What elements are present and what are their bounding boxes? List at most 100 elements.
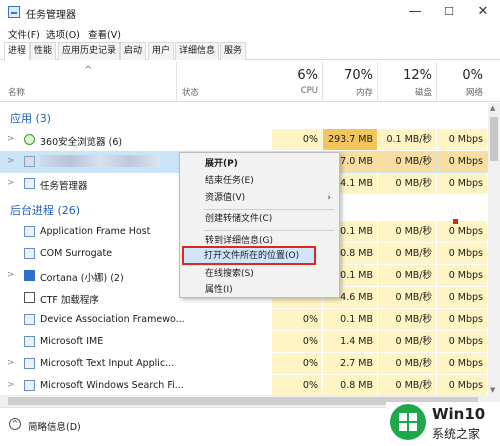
menu-item-resource-values[interactable]: 资源值(V) › bbox=[180, 190, 339, 206]
browser-icon bbox=[24, 134, 35, 145]
tab-processes[interactable]: 进程 bbox=[4, 42, 31, 61]
blurred-process-name bbox=[40, 155, 160, 167]
menu-separator bbox=[204, 209, 334, 210]
disk-cell: 0 MB/秒 bbox=[378, 309, 436, 330]
process-icon bbox=[24, 336, 35, 347]
disk-cell: 0 MB/秒 bbox=[378, 353, 436, 374]
column-header: ^ 名称 状态 6% CPU 70% 内存 12% 磁盘 0% 网络 bbox=[0, 60, 500, 102]
memory-cell: 0.1 MB bbox=[323, 309, 377, 330]
menu-item-open-location[interactable]: 打开文件所在的位置(O) bbox=[204, 248, 299, 264]
app-icon bbox=[24, 156, 35, 167]
memory-cell: 2.7 MB bbox=[323, 353, 377, 374]
network-percent: 0% bbox=[462, 68, 483, 83]
memory-cell: 1.4 MB bbox=[323, 331, 377, 352]
expand-chevron-icon[interactable]: > bbox=[7, 156, 15, 166]
network-cell: 0 Mbps bbox=[437, 287, 487, 308]
collapse-up-icon[interactable]: ^ bbox=[9, 418, 21, 430]
scroll-down-icon[interactable]: ▼ bbox=[490, 386, 495, 394]
vertical-scrollbar[interactable]: ▲ ▼ bbox=[488, 103, 500, 395]
process-icon bbox=[24, 358, 35, 369]
table-row[interactable]: > 360安全浏览器 (6) 0% 293.7 MB 0.1 MB/秒 0 Mb… bbox=[0, 129, 488, 151]
network-cell: 0 Mbps bbox=[437, 243, 487, 264]
cpu-cell: 0% bbox=[272, 375, 322, 395]
cpu-cell: 0% bbox=[272, 331, 322, 352]
disk-cell: 0 MB/秒 bbox=[378, 375, 436, 395]
column-divider bbox=[377, 62, 378, 102]
disk-cell: 0 MB/秒 bbox=[378, 331, 436, 352]
disk-cell: 0 MB/秒 bbox=[378, 173, 436, 194]
column-network[interactable]: 网络 bbox=[437, 86, 483, 98]
disk-percent: 12% bbox=[403, 68, 432, 83]
process-icon bbox=[24, 248, 35, 259]
disk-cell: 0 MB/秒 bbox=[378, 265, 436, 286]
menu-options[interactable]: 选项(O) bbox=[46, 27, 80, 41]
tab-services[interactable]: 服务 bbox=[220, 42, 247, 60]
submenu-arrow-icon: › bbox=[327, 193, 331, 203]
expand-chevron-icon[interactable]: > bbox=[7, 358, 15, 368]
tab-startup[interactable]: 启动 bbox=[120, 42, 147, 60]
column-memory[interactable]: 内存 bbox=[323, 86, 373, 98]
expand-chevron-icon[interactable]: > bbox=[7, 178, 15, 188]
expand-chevron-icon[interactable]: > bbox=[7, 270, 15, 280]
tab-performance[interactable]: 性能 bbox=[30, 42, 57, 60]
column-status[interactable]: 状态 bbox=[182, 86, 199, 98]
task-manager-icon bbox=[24, 178, 35, 189]
task-manager-icon bbox=[8, 6, 20, 18]
memory-cell: 293.7 MB bbox=[323, 129, 377, 150]
tab-app-history[interactable]: 应用历史记录 bbox=[58, 42, 121, 60]
table-row[interactable]: > Microsoft Windows Search Fi... 0% 0.8 … bbox=[0, 375, 488, 395]
cpu-percent: 6% bbox=[297, 68, 318, 83]
menu-bar: 文件(F) 选项(O) 查看(V) bbox=[0, 24, 500, 42]
expand-chevron-icon[interactable]: > bbox=[7, 134, 15, 144]
disk-cell: 0 MB/秒 bbox=[378, 151, 436, 172]
process-icon bbox=[24, 380, 35, 391]
watermark-title: Win10 bbox=[432, 405, 486, 423]
menu-separator bbox=[204, 230, 334, 231]
menu-item-search-online[interactable]: 在线搜索(S) bbox=[180, 266, 339, 282]
context-menu: 展开(P) 结束任务(E) 资源值(V) › 创建转储文件(C) 转到详细信息(… bbox=[179, 152, 340, 298]
column-cpu[interactable]: CPU bbox=[272, 86, 318, 96]
column-disk[interactable]: 磁盘 bbox=[378, 86, 432, 98]
fewer-details-link[interactable]: 简略信息(D) bbox=[28, 419, 81, 433]
process-name: Device Association Framewo... bbox=[40, 314, 185, 325]
network-cell: 0 Mbps bbox=[437, 331, 487, 352]
windows-logo-icon bbox=[390, 404, 426, 440]
network-cell: 0 Mbps bbox=[437, 151, 487, 172]
table-row[interactable]: > Microsoft Text Input Applic... 0% 2.7 … bbox=[0, 353, 488, 375]
tab-details[interactable]: 详细信息 bbox=[175, 42, 220, 60]
process-icon bbox=[24, 314, 35, 325]
minimize-button[interactable]: — bbox=[398, 0, 432, 24]
table-row[interactable]: Device Association Framewo... 0% 0.1 MB … bbox=[0, 309, 488, 331]
cpu-cell: 0% bbox=[272, 309, 322, 330]
sort-up-icon: ^ bbox=[84, 65, 93, 76]
menu-item-create-dump[interactable]: 创建转储文件(C) bbox=[180, 211, 339, 227]
column-divider bbox=[322, 62, 323, 102]
menu-item-expand[interactable]: 展开(P) bbox=[180, 156, 339, 172]
watermark-subtitle: 系统之家 bbox=[432, 427, 481, 441]
tab-bar: 进程 性能 应用历史记录 启动 用户 详细信息 服务 bbox=[0, 42, 500, 61]
disk-cell: 0 MB/秒 bbox=[378, 221, 436, 242]
close-button[interactable]: ✕ bbox=[466, 0, 500, 24]
scroll-up-icon[interactable]: ▲ bbox=[490, 104, 495, 112]
table-row[interactable]: Microsoft IME 0% 1.4 MB 0 MB/秒 0 Mbps bbox=[0, 331, 488, 353]
tab-users[interactable]: 用户 bbox=[148, 42, 175, 60]
expand-chevron-icon[interactable]: > bbox=[7, 380, 15, 390]
disk-cell: 0.1 MB/秒 bbox=[378, 129, 436, 150]
maximize-button[interactable]: ☐ bbox=[432, 0, 466, 24]
network-cell: 0 Mbps bbox=[437, 353, 487, 374]
process-name: Cortana (小娜) (2) bbox=[40, 273, 124, 284]
disk-cell: 0 MB/秒 bbox=[378, 243, 436, 264]
process-name: Microsoft IME bbox=[40, 336, 104, 347]
column-name[interactable]: 名称 bbox=[8, 86, 25, 98]
process-name: 360安全浏览器 (6) bbox=[40, 137, 123, 148]
network-cell: 0 Mbps bbox=[437, 129, 487, 150]
menu-item-label: 资源值(V) bbox=[205, 193, 246, 203]
process-name: Application Frame Host bbox=[40, 226, 151, 237]
menu-view[interactable]: 查看(V) bbox=[88, 27, 121, 41]
scroll-thumb[interactable] bbox=[490, 117, 498, 161]
network-cell: 0 Mbps bbox=[437, 375, 487, 395]
ctf-loader-icon bbox=[24, 292, 35, 303]
menu-item-properties[interactable]: 属性(I) bbox=[180, 282, 339, 298]
menu-file[interactable]: 文件(F) bbox=[8, 27, 40, 41]
menu-item-end-task[interactable]: 结束任务(E) bbox=[180, 173, 339, 189]
